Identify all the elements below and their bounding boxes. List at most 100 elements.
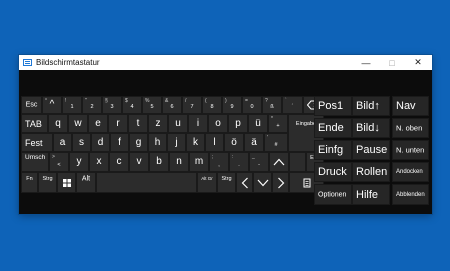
key-b[interactable]: b <box>149 152 169 172</box>
key-4[interactable]: $4 <box>122 96 142 114</box>
key-d[interactable]: d <box>91 133 110 152</box>
key-label: e <box>95 117 101 129</box>
key-f[interactable]: f <box>110 133 129 152</box>
window-title: Bildschirmtastatur <box>36 58 100 67</box>
key-minus[interactable]: _ - <box>249 152 269 172</box>
key-label: Umsch <box>25 154 46 162</box>
key-6[interactable]: & 6 <box>162 96 182 114</box>
key-move-down[interactable]: N. unten <box>392 140 429 160</box>
key-period[interactable]: :. <box>229 152 249 172</box>
key-caret[interactable]: ° ^ <box>42 96 62 114</box>
fade-button[interactable]: Abblenden <box>392 184 429 205</box>
key-windows[interactable] <box>57 172 76 193</box>
key-arrow-placeholder[interactable] <box>289 152 306 172</box>
key-z[interactable]: z <box>148 114 168 133</box>
key-e[interactable]: e <box>88 114 108 133</box>
maximize-button[interactable]: □ <box>379 55 405 70</box>
key-y[interactable]: y <box>69 152 89 172</box>
key-label: o <box>215 117 221 129</box>
key-0[interactable]: = 0 <box>242 96 262 114</box>
key-h[interactable]: h <box>148 133 167 152</box>
key-print[interactable]: Druck <box>314 162 352 182</box>
key-1[interactable]: ! 1 <box>62 96 82 114</box>
key-r[interactable]: r <box>108 114 128 133</box>
key-arrow-left[interactable] <box>236 172 253 193</box>
options-button[interactable]: Optionen <box>314 184 352 205</box>
key-capslock[interactable]: Fest <box>21 133 53 152</box>
key-page-up[interactable]: Bild↑ <box>352 96 390 116</box>
key-label: 5 <box>150 103 154 110</box>
key-ue[interactable]: ü <box>248 114 268 133</box>
key-ae[interactable]: ä <box>244 133 264 152</box>
key-7[interactable]: /7 <box>182 96 202 114</box>
key-k[interactable]: k <box>186 133 205 152</box>
close-button[interactable]: ✕ <box>405 55 431 70</box>
key-comma[interactable]: ;, <box>209 152 229 172</box>
key-label: n <box>176 156 182 167</box>
key-label: Optionen <box>318 191 347 198</box>
key-move-up[interactable]: N. oben <box>392 118 429 138</box>
key-fn[interactable]: Fn <box>21 172 38 193</box>
key-alt[interactable]: Alt <box>76 172 96 193</box>
key-p[interactable]: p <box>228 114 248 133</box>
key-2[interactable]: " 2 <box>82 96 102 114</box>
key-j[interactable]: j <box>167 133 186 152</box>
key-hash[interactable]: ' # <box>264 133 288 152</box>
key-s[interactable]: s <box>72 133 91 152</box>
key-esc[interactable]: Esc <box>21 96 42 114</box>
key-o[interactable]: o <box>208 114 228 133</box>
key-label: i <box>196 117 200 129</box>
key-label: . <box>238 161 240 168</box>
key-sz[interactable]: ? ß <box>262 96 282 114</box>
key-arrow-down[interactable] <box>253 172 272 193</box>
key-q[interactable]: q <box>48 114 68 133</box>
key-m[interactable]: m <box>189 152 209 172</box>
key-5[interactable]: % 5 <box>142 96 162 114</box>
key-shift[interactable]: Umsch <box>21 152 49 172</box>
key-9[interactable]: ) 9 <box>222 96 242 114</box>
key-end[interactable]: Ende <box>314 118 352 138</box>
key-plus[interactable]: * + <box>268 114 288 133</box>
key-l[interactable]: l <box>205 133 224 152</box>
key-altgr[interactable]: Alt Gr <box>197 172 217 193</box>
key-i[interactable]: i <box>188 114 208 133</box>
key-insert[interactable]: Einfg <box>314 140 352 160</box>
key-t[interactable]: t <box>128 114 148 133</box>
key-label: < <box>57 161 61 168</box>
key-space[interactable] <box>96 172 197 193</box>
key-label: ^ <box>49 99 55 110</box>
key-nav[interactable]: Nav <box>392 96 429 116</box>
key-dock[interactable]: Andocken <box>392 162 429 182</box>
key-shift-label: : <box>232 154 234 160</box>
key-tab[interactable]: TAB <box>21 114 48 133</box>
key-n[interactable]: n <box>169 152 189 172</box>
key-oe[interactable]: ö <box>224 133 244 152</box>
key-x[interactable]: x <box>89 152 109 172</box>
key-acute[interactable]: ` ´ <box>282 96 303 114</box>
key-g[interactable]: g <box>129 133 148 152</box>
key-3[interactable]: § 3 <box>102 96 122 114</box>
key-c[interactable]: c <box>109 152 129 172</box>
key-ctrl-right[interactable]: Strg <box>217 172 236 193</box>
keyboard-icon <box>23 59 32 66</box>
key-a[interactable]: a <box>53 133 72 152</box>
key-pause[interactable]: Pause <box>352 140 390 160</box>
key-scroll-lock[interactable]: Rollen <box>352 162 390 182</box>
key-arrow-up[interactable] <box>269 152 289 172</box>
key-page-down[interactable]: Bild↓ <box>352 118 390 138</box>
key-label: N. unten <box>396 145 425 155</box>
key-label: x <box>96 156 102 167</box>
minimize-button[interactable]: — <box>353 55 379 70</box>
key-w[interactable]: w <box>68 114 88 133</box>
key-8[interactable]: (8 <box>202 96 222 114</box>
key-label: k <box>193 136 198 148</box>
key-label: q <box>55 117 61 129</box>
key-lessthan[interactable]: > < <box>49 152 69 172</box>
key-u[interactable]: u <box>168 114 188 133</box>
key-arrow-right[interactable] <box>272 172 289 193</box>
key-v[interactable]: v <box>129 152 149 172</box>
key-pos1[interactable]: Pos1 <box>314 96 352 116</box>
key-ctrl-left[interactable]: Strg <box>38 172 57 193</box>
key-label: 7 <box>190 103 194 110</box>
help-button[interactable]: Hilfe <box>352 184 390 205</box>
